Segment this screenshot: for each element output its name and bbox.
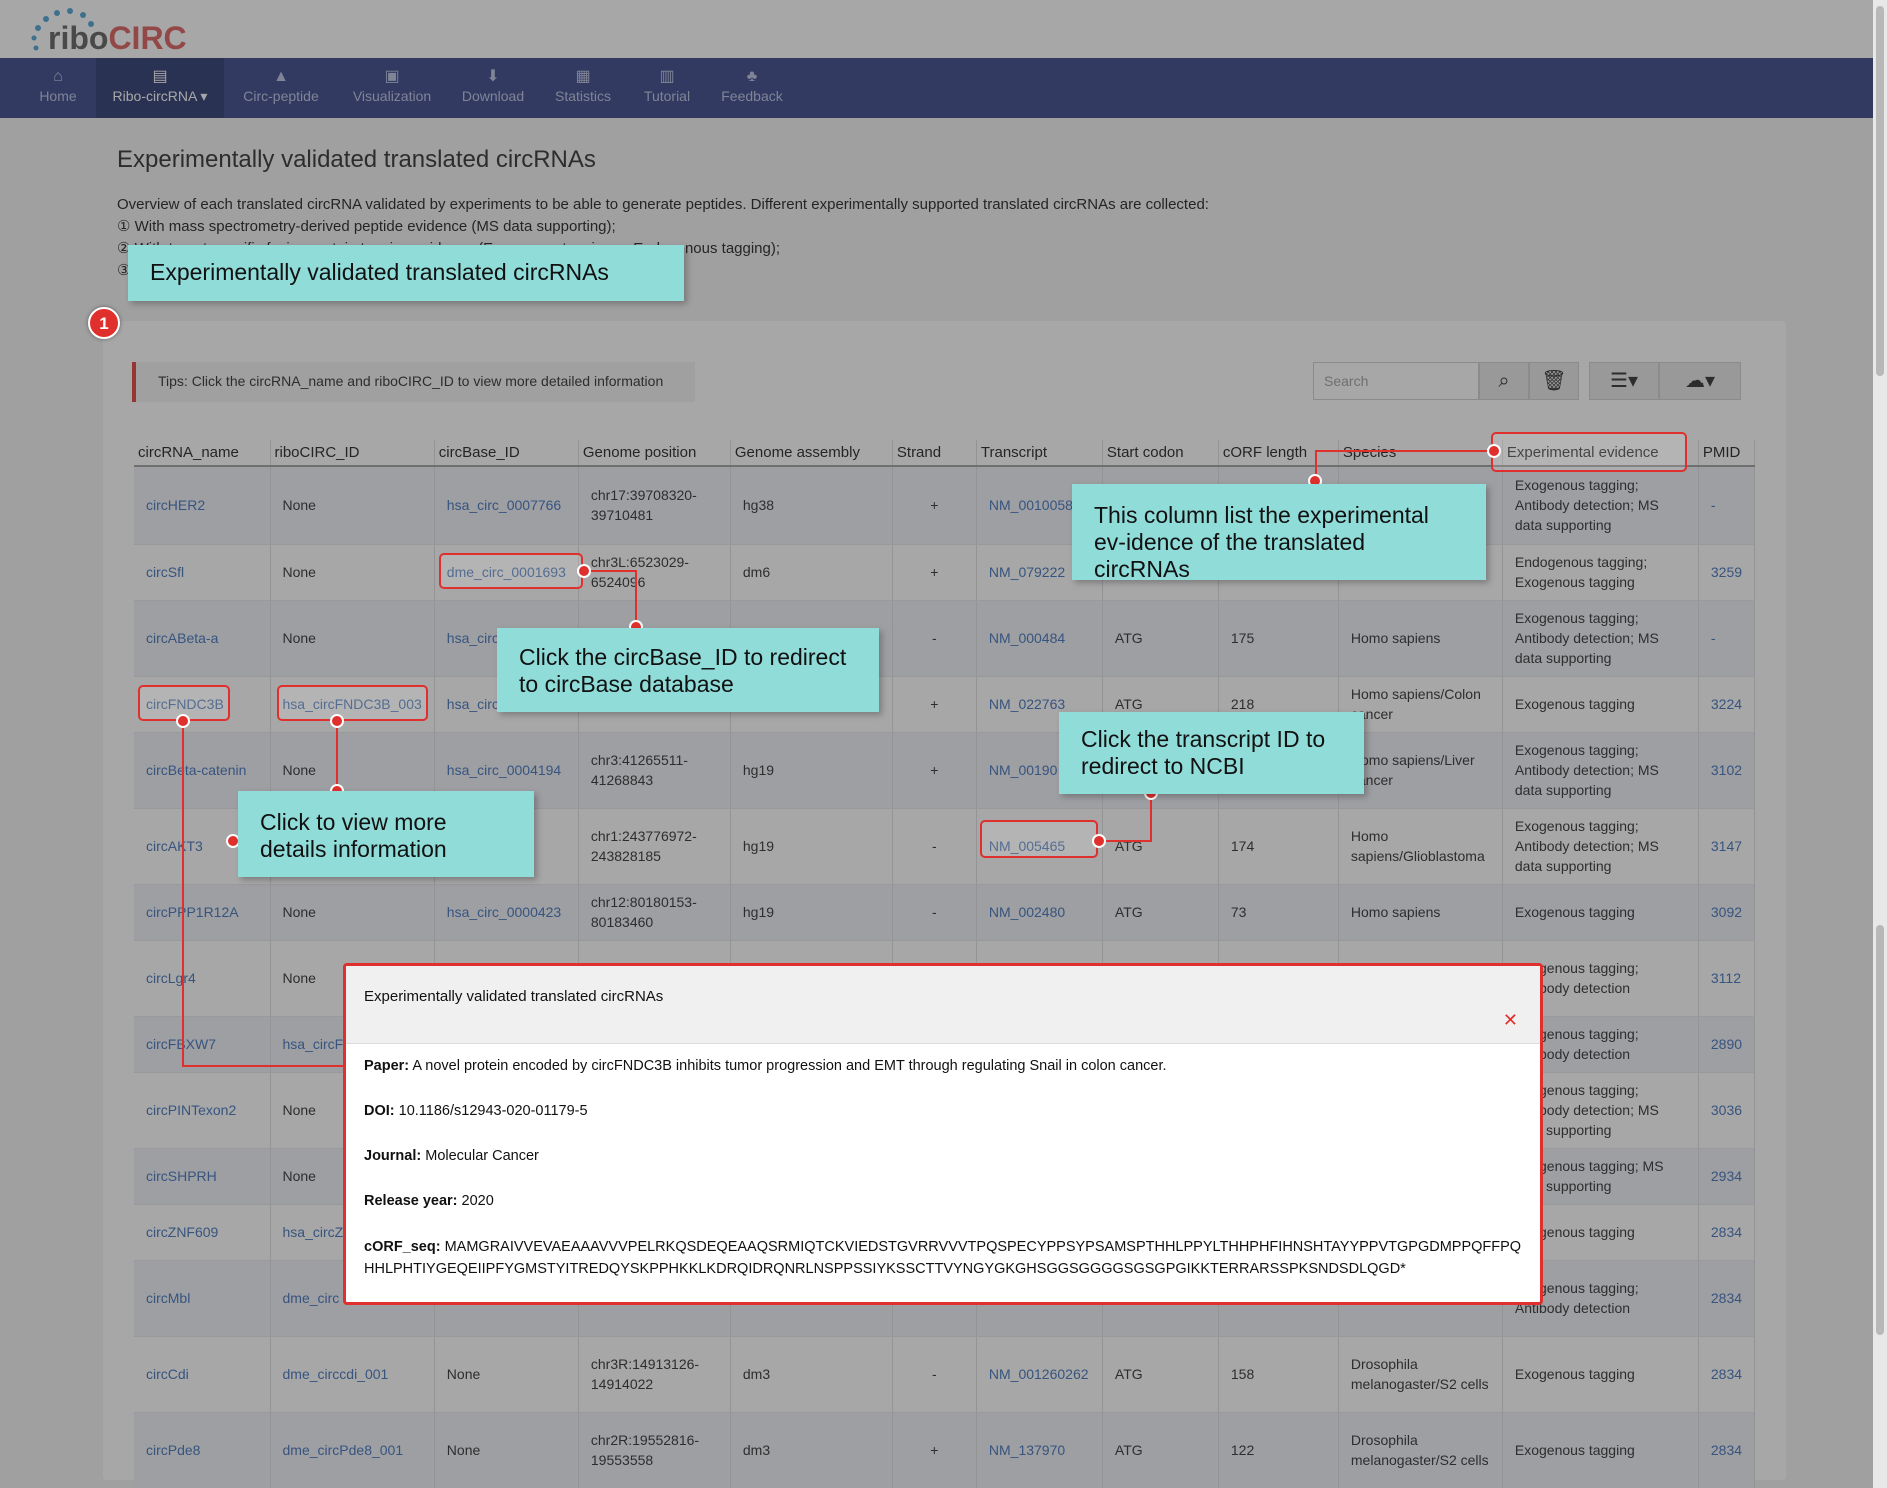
- scrollbar[interactable]: [1873, 0, 1887, 1488]
- scrollbar-thumb-lower[interactable]: [1876, 925, 1884, 1335]
- highlight-transcript-id: [980, 820, 1098, 858]
- modal-journal: Molecular Cancer: [425, 1148, 539, 1164]
- modal-doi: 10.1186/s12943-020-01179-5: [398, 1103, 588, 1119]
- close-icon[interactable]: ✕: [1503, 1010, 1518, 1031]
- modal-title: Experimentally validated translated circ…: [364, 988, 664, 1005]
- modal-header: Experimentally validated translated circ…: [346, 966, 1540, 1044]
- modal-year: 2020: [461, 1193, 494, 1209]
- callout-details: Click to view more details information: [238, 791, 534, 877]
- callout-title: Experimentally validated translated circ…: [128, 245, 684, 301]
- highlight-evidence-header: [1491, 432, 1687, 472]
- callout-transcript: Click the transcript ID to redirect to N…: [1059, 712, 1364, 794]
- detail-modal: Experimentally validated translated circ…: [343, 963, 1543, 1305]
- modal-body: Paper: A novel protein encoded by circFN…: [364, 1058, 1522, 1277]
- step-badge: 1: [88, 307, 120, 339]
- modal-paper: A novel protein encoded by circFNDC3B in…: [412, 1058, 1167, 1074]
- callout-evidence: This column list the experimental ev-ide…: [1072, 484, 1486, 582]
- modal-corf-seq: MAMGRAIVVEVAEAAAVVVPELRKQSDEQEAAQSRMIQTC…: [364, 1239, 1522, 1277]
- scrollbar-thumb[interactable]: [1876, 6, 1884, 376]
- highlight-ribocirc-id: [277, 685, 428, 721]
- callout-circbase: Click the circBase_ID to redirect to cir…: [497, 628, 879, 712]
- highlight-circbase-id: [439, 553, 583, 589]
